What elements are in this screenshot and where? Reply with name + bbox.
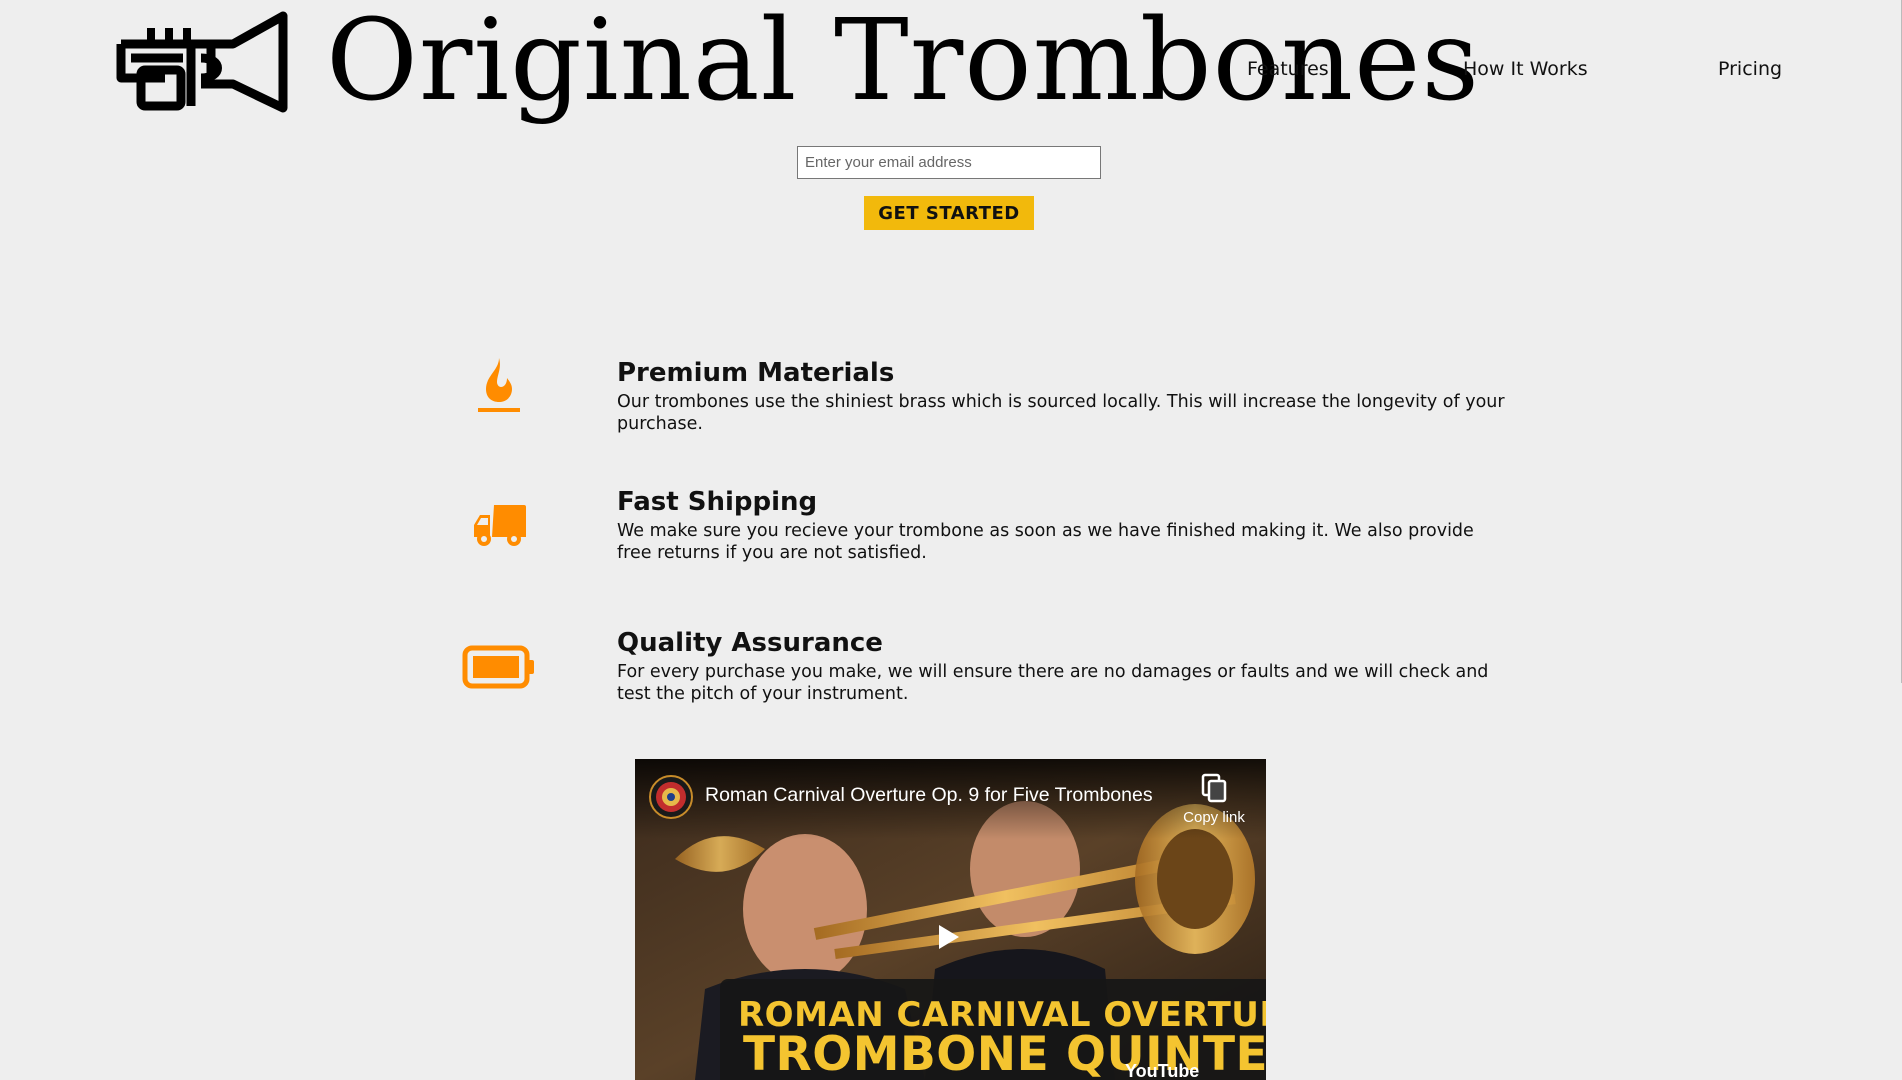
youtube-video-embed[interactable]: Roman Carnival Overture Op. 9 for Five T… bbox=[635, 759, 1266, 1080]
feature-title: Quality Assurance bbox=[617, 628, 883, 658]
army-seal-icon bbox=[656, 782, 686, 812]
play-icon[interactable] bbox=[935, 923, 961, 951]
youtube-watermark[interactable]: YouTube bbox=[1125, 1061, 1199, 1080]
feature-title: Premium Materials bbox=[617, 358, 895, 388]
channel-avatar[interactable] bbox=[649, 775, 693, 819]
feature-description: Our trombones use the shiniest brass whi… bbox=[617, 392, 1505, 434]
feature-description: For every purchase you make, we will ens… bbox=[617, 662, 1489, 704]
trumpet-icon bbox=[116, 11, 288, 113]
nav-pricing[interactable]: Pricing bbox=[1718, 58, 1782, 80]
truck-icon bbox=[474, 505, 526, 546]
video-title[interactable]: Roman Carnival Overture Op. 9 for Five T… bbox=[705, 784, 1153, 807]
copy-link-label: Copy link bbox=[1183, 809, 1245, 826]
feature-description: We make sure you recieve your trombone a… bbox=[617, 521, 1474, 563]
email-input[interactable] bbox=[797, 146, 1101, 179]
copy-link-button[interactable]: Copy link bbox=[1175, 771, 1253, 826]
nav-features[interactable]: Features bbox=[1247, 58, 1329, 80]
fire-icon bbox=[478, 358, 520, 412]
get-started-button[interactable]: GET STARTED bbox=[864, 196, 1034, 230]
nav-how-it-works[interactable]: How It Works bbox=[1463, 58, 1588, 80]
battery-icon bbox=[462, 645, 534, 689]
copy-icon bbox=[1201, 773, 1227, 803]
feature-title: Fast Shipping bbox=[617, 487, 818, 517]
header-logo[interactable]: Original Trombones bbox=[113, 0, 1479, 123]
landing-page: Original Trombones Features How It Works… bbox=[0, 0, 1902, 1080]
